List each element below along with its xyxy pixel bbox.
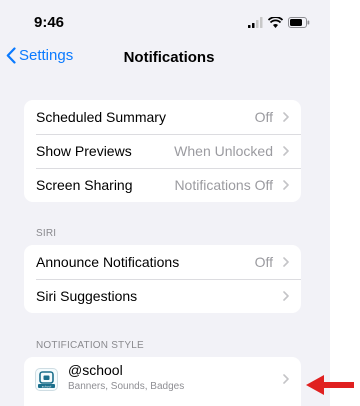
row-value: Off (254, 254, 273, 270)
siri-section-header: SIRI (36, 228, 57, 239)
siri-suggestions-row[interactable]: Siri Suggestions (24, 279, 301, 313)
app-notification-summary: Banners, Sounds, Badges (68, 381, 185, 392)
school-app-icon: school (35, 368, 58, 391)
row-label: Show Previews (36, 143, 132, 159)
page-title: Notifications (123, 49, 215, 66)
settings-screen: 9:46 Settings Notifications Scheduled Su… (0, 0, 330, 406)
status-time: 9:46 (34, 14, 65, 31)
status-icons (248, 16, 310, 28)
row-value: When Unlocked (174, 143, 273, 159)
chevron-right-icon (283, 180, 289, 190)
siri-group: Announce Notifications Off Siri Suggesti… (24, 245, 301, 313)
chevron-right-icon (283, 291, 289, 301)
announce-notifications-row[interactable]: Announce Notifications Off (24, 245, 301, 279)
wifi-icon (268, 16, 283, 28)
row-value: Notifications Off (174, 177, 273, 193)
notification-settings-group: Scheduled Summary Off Show Previews When… (24, 100, 301, 202)
scheduled-summary-row[interactable]: Scheduled Summary Off (24, 100, 301, 134)
row-label: Scheduled Summary (36, 109, 166, 125)
chevron-right-icon (283, 374, 289, 384)
app-row-school[interactable]: school @school Banners, Sounds, Badges (24, 357, 301, 401)
row-value: Off (254, 109, 273, 125)
status-bar: 9:46 (0, 0, 330, 38)
school-logo-icon: school (38, 371, 55, 388)
app-name: @school (68, 362, 123, 378)
app-icon-text: school (42, 384, 52, 388)
show-previews-row[interactable]: Show Previews When Unlocked (24, 134, 301, 168)
row-label: Announce Notifications (36, 254, 180, 270)
chevron-right-icon (283, 146, 289, 156)
battery-icon (288, 16, 310, 28)
cellular-signal-icon (248, 16, 263, 28)
navigation-bar: Settings Notifications (0, 38, 330, 78)
row-label: Siri Suggestions (36, 288, 138, 304)
screen-sharing-row[interactable]: Screen Sharing Notifications Off (24, 168, 301, 202)
row-label: Screen Sharing (36, 177, 133, 193)
chevron-right-icon (283, 257, 289, 267)
chevron-right-icon (283, 112, 289, 122)
notification-style-group: school @school Banners, Sounds, Badges (24, 357, 301, 406)
notification-style-section-header: NOTIFICATION STYLE (36, 340, 144, 351)
red-arrow-annotation (306, 375, 354, 395)
